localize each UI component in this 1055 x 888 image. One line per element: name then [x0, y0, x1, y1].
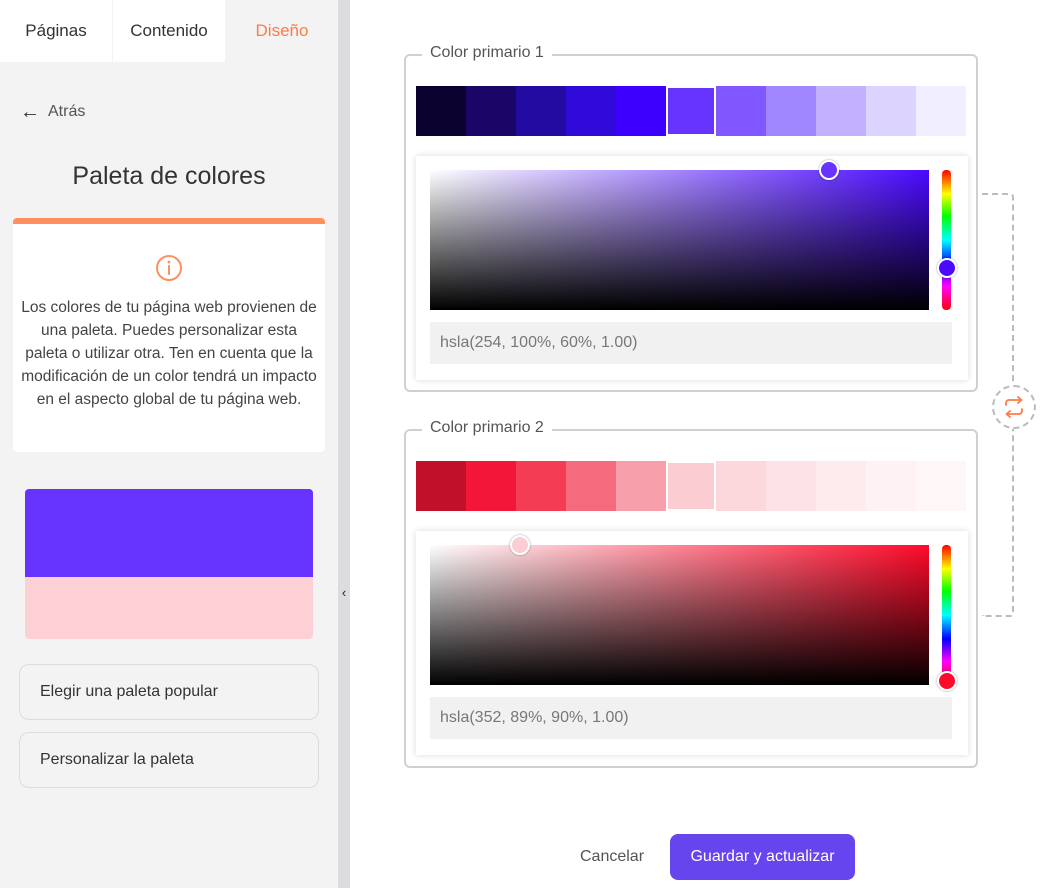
- primary-1-picker: [416, 156, 968, 380]
- swatch[interactable]: [616, 461, 666, 511]
- swatch[interactable]: [916, 86, 966, 136]
- swatch[interactable]: [516, 461, 566, 511]
- tab-contenido[interactable]: Contenido: [113, 0, 225, 62]
- back-link[interactable]: ← Atrás: [20, 102, 85, 122]
- swatch[interactable]: [416, 461, 466, 511]
- info-icon: [156, 255, 182, 281]
- primary-1-panel: Color primario 1: [404, 44, 978, 392]
- primary-1-hsla-input[interactable]: [430, 322, 952, 364]
- sidebar-divider[interactable]: [338, 0, 350, 888]
- tab-paginas[interactable]: Páginas: [0, 0, 112, 62]
- swap-colors-button[interactable]: [992, 385, 1036, 429]
- info-text: Los colores de tu página web provienen d…: [21, 299, 317, 408]
- tab-diseno[interactable]: Diseño: [226, 0, 338, 62]
- swatch[interactable]: [716, 86, 766, 136]
- preview-primary-1: [25, 489, 313, 577]
- swatch[interactable]: [716, 461, 766, 511]
- swatch[interactable]: [616, 86, 666, 136]
- popular-palette-button[interactable]: Elegir una paleta popular: [19, 664, 319, 720]
- swatch[interactable]: [566, 461, 616, 511]
- swatch[interactable]: [866, 461, 916, 511]
- primary-2-hsla-input[interactable]: [430, 697, 952, 739]
- palette-preview: [25, 489, 313, 639]
- primary-2-legend: Color primario 2: [422, 419, 552, 437]
- primary-2-swatches: [416, 461, 966, 511]
- sidebar-title: Paleta de colores: [72, 162, 266, 190]
- save-update-button[interactable]: Guardar y actualizar: [670, 834, 855, 880]
- primary-1-saturation-area[interactable]: [430, 160, 929, 310]
- sidebar: Páginas Contenido Diseño ← Atrás Paleta …: [0, 0, 338, 888]
- cancel-button[interactable]: Cancelar: [560, 834, 664, 880]
- primary-1-hue-knob[interactable]: [936, 258, 957, 278]
- swatch[interactable]: [516, 86, 566, 136]
- primary-2-saturation-knob[interactable]: [509, 535, 530, 555]
- swatch-selected[interactable]: [666, 461, 716, 511]
- swatch[interactable]: [466, 86, 516, 136]
- swatch[interactable]: [766, 86, 816, 136]
- swatch[interactable]: [916, 461, 966, 511]
- primary-1-saturation-knob[interactable]: [819, 160, 840, 180]
- swap-icon: [1005, 396, 1023, 418]
- info-card: Los colores de tu página web provienen d…: [13, 218, 325, 452]
- primary-1-hue-slider[interactable]: [936, 170, 957, 310]
- primary-2-panel: Color primario 2: [404, 419, 978, 768]
- swatch[interactable]: [416, 86, 466, 136]
- swatch[interactable]: [766, 461, 816, 511]
- back-label: Atrás: [48, 103, 86, 120]
- sidebar-tabs: Páginas Contenido Diseño: [0, 0, 338, 62]
- primary-2-saturation-area[interactable]: [430, 535, 929, 685]
- swatch[interactable]: [566, 86, 616, 136]
- primary-2-hue-slider[interactable]: [936, 545, 957, 691]
- primary-2-hue-knob[interactable]: [936, 670, 957, 691]
- chevron-left-icon[interactable]: ‹: [338, 580, 350, 604]
- customize-palette-button[interactable]: Personalizar la paleta: [19, 732, 319, 788]
- swatch[interactable]: [866, 86, 916, 136]
- primary-1-legend: Color primario 1: [422, 44, 552, 62]
- arrow-left-icon: ←: [20, 101, 40, 123]
- swatch-selected[interactable]: [666, 86, 716, 136]
- swatch[interactable]: [816, 86, 866, 136]
- swatch[interactable]: [466, 461, 516, 511]
- primary-1-swatches: [416, 86, 966, 136]
- swatch[interactable]: [816, 461, 866, 511]
- primary-2-picker: [416, 531, 968, 755]
- preview-primary-2: [25, 577, 313, 639]
